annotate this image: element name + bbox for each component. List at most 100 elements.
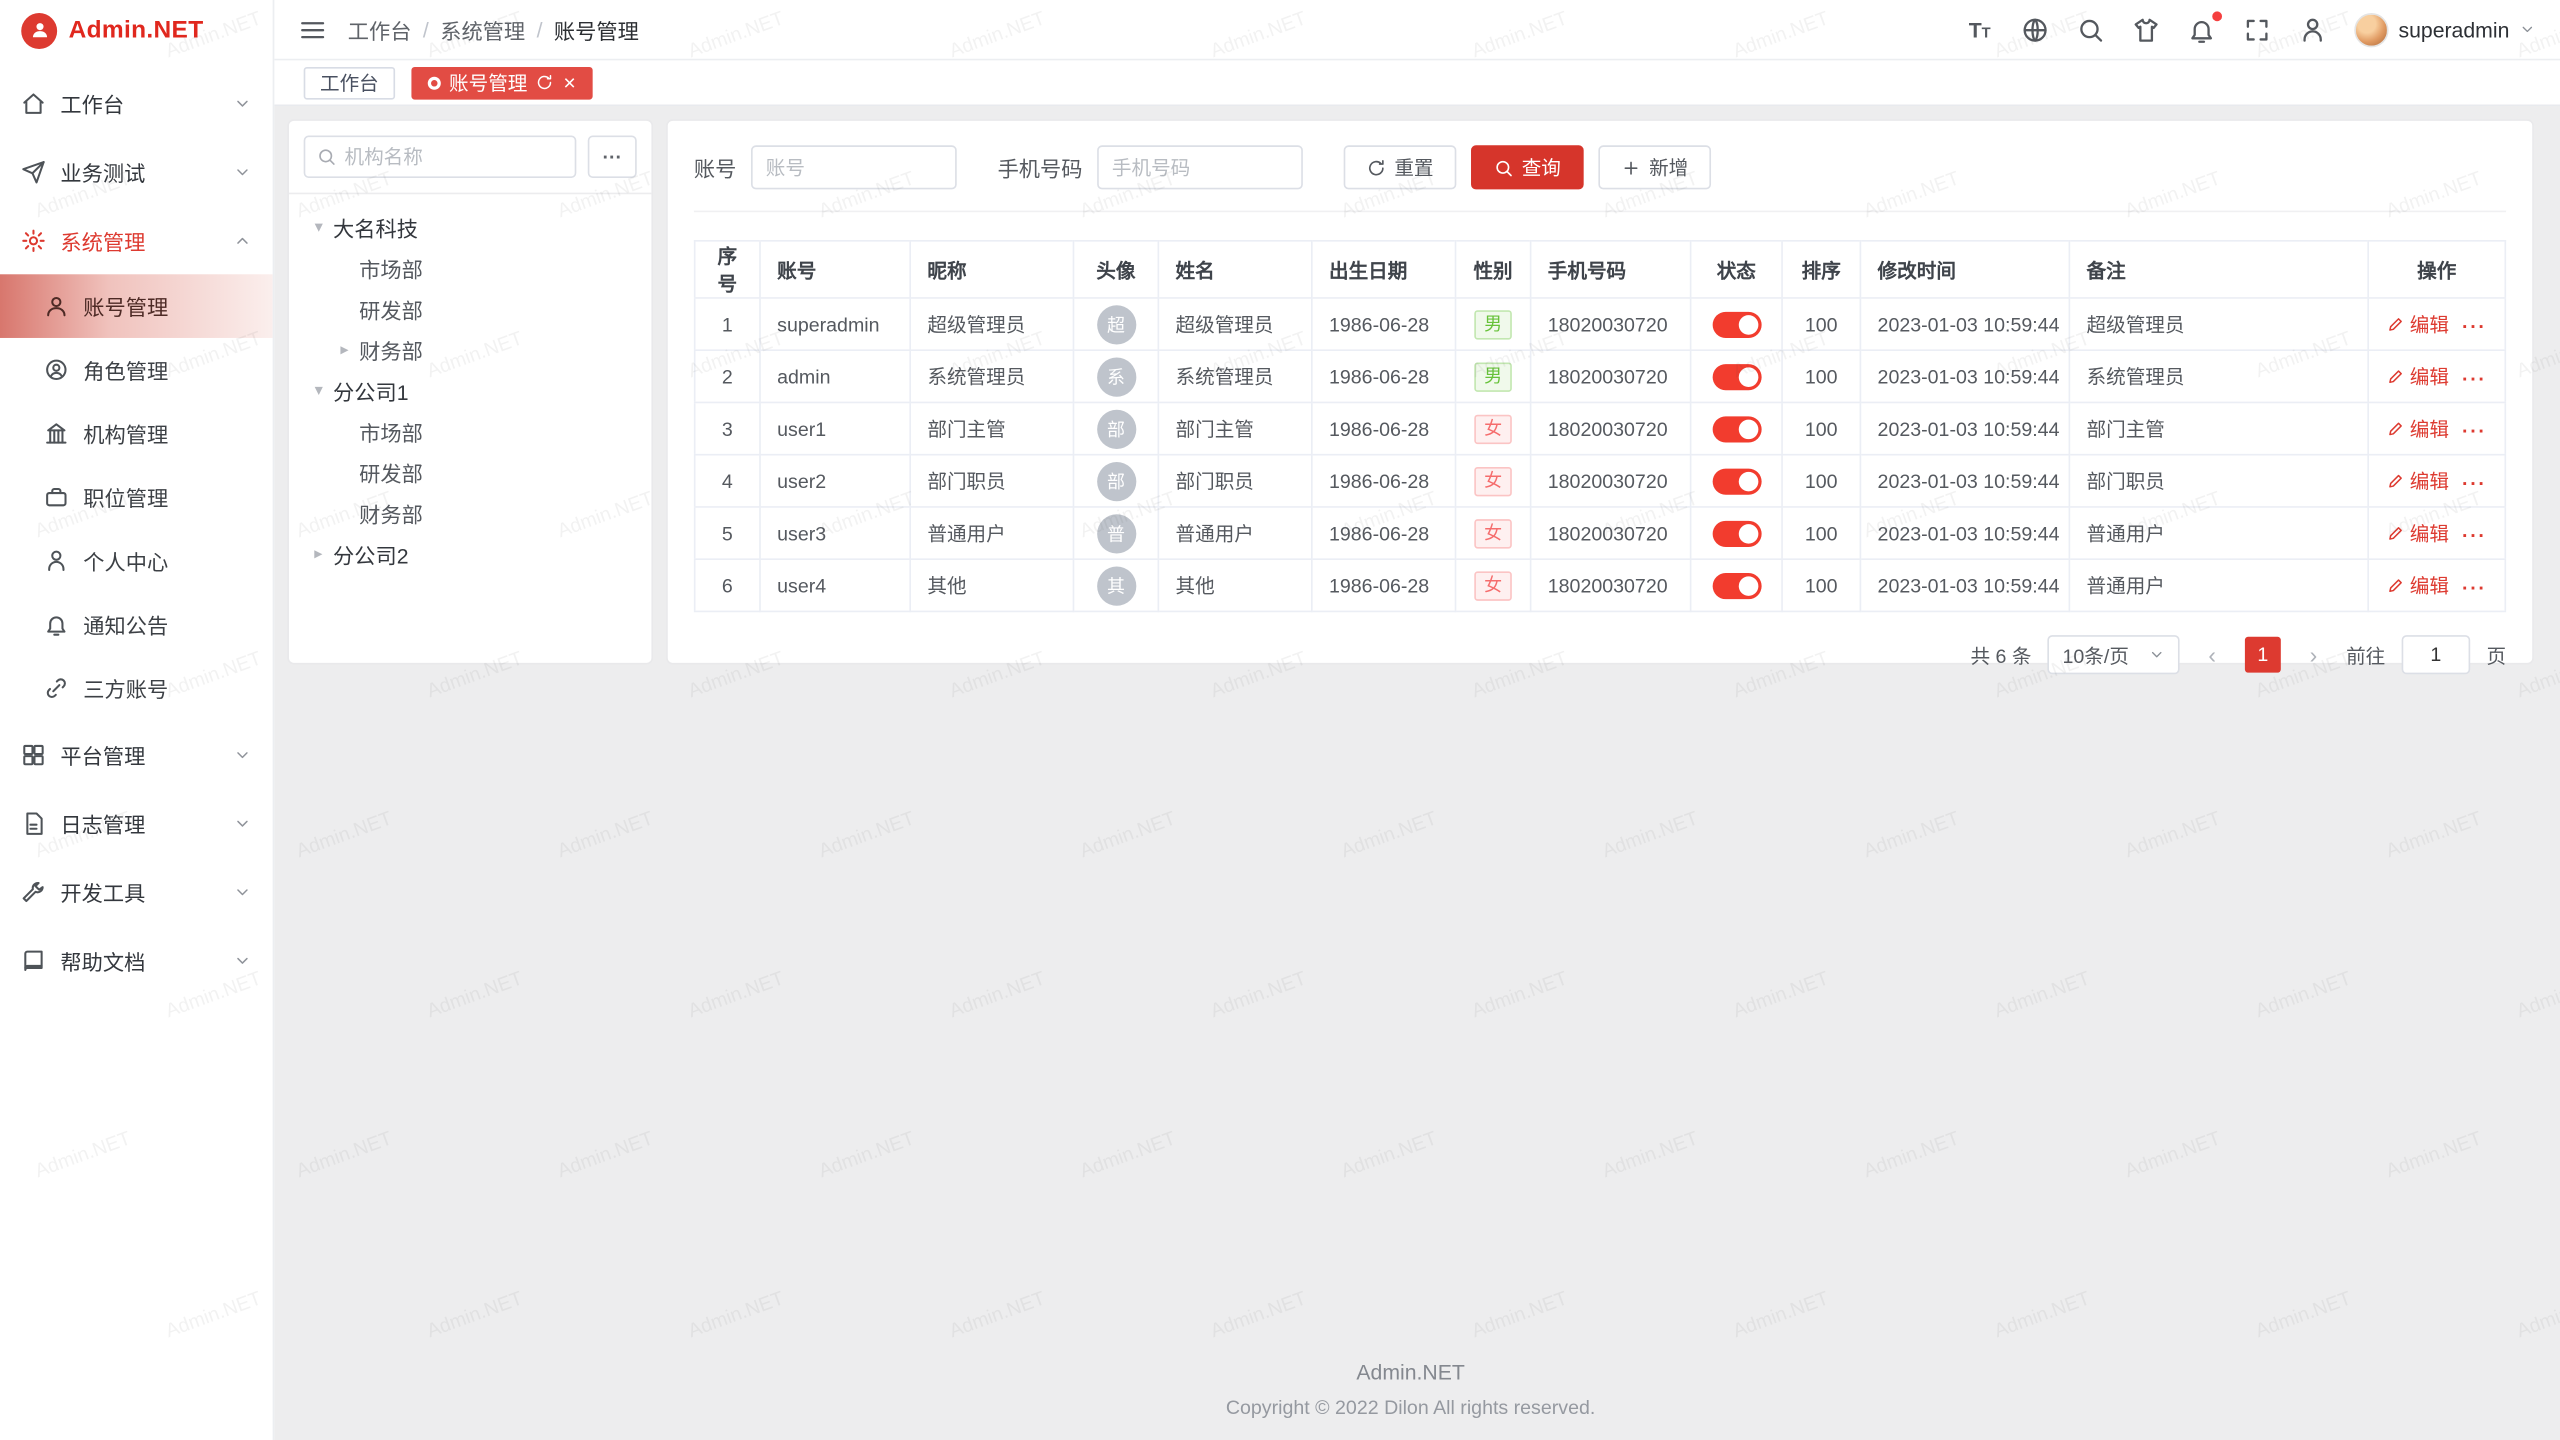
sidebar-item-third-party-account[interactable]: 三方账号 [0,656,273,720]
status-toggle[interactable] [1712,572,1761,598]
more-actions-button[interactable]: ··· [2462,472,2486,495]
status-toggle[interactable] [1712,520,1761,546]
phone-input[interactable] [1097,145,1303,189]
caret-right-icon[interactable]: ▸ [330,341,359,359]
sidebar-item-business-test[interactable]: 业务测试 [0,137,273,206]
gender-tag: 男 [1474,309,1512,338]
sidebar-item-log-manage[interactable]: 日志管理 [0,789,273,858]
submenu-system-manage: 账号管理角色管理机构管理职位管理个人中心通知公告三方账号 [0,274,273,720]
tree-node-market-dept-2[interactable]: 市场部 [304,411,637,452]
sidebar-item-platform-manage[interactable]: 平台管理 [0,720,273,789]
tab-account-manage[interactable]: 账号管理 × [411,66,592,99]
org-more-button[interactable]: ··· [588,136,637,178]
prev-page-button[interactable]: ‹ [2196,637,2229,673]
gear-icon [21,228,45,252]
breadcrumb-item-system-manage[interactable]: 系统管理 [440,14,525,45]
menu-label: 工作台 [60,87,218,118]
menu-label: 帮助文档 [60,944,218,975]
menu-label: 系统管理 [60,224,218,255]
edit-button[interactable]: 编辑 [2387,571,2449,599]
sidebar-item-workbench[interactable]: 工作台 [0,69,273,138]
refresh-tab-icon[interactable] [536,73,554,91]
tree-node-finance-dept-2[interactable]: 财务部 [304,493,637,534]
status-toggle[interactable] [1712,468,1761,494]
sidebar-item-help-docs[interactable]: 帮助文档 [0,926,273,995]
caret-down-icon[interactable]: ▸ [309,376,327,405]
more-actions-button[interactable]: ··· [2462,524,2486,547]
more-actions-button[interactable]: ··· [2462,367,2486,390]
notification-icon[interactable] [2188,16,2216,44]
user-menu[interactable]: superadmin [2354,12,2535,46]
chevron-down-icon [233,814,251,832]
gender-tag: 男 [1474,362,1512,391]
edit-button[interactable]: 编辑 [2387,519,2449,547]
tree-node-market-dept-1[interactable]: 市场部 [304,248,637,289]
page-1-button[interactable]: 1 [2245,637,2281,673]
cell-avatar: 普 [1073,507,1158,559]
phone-label: 手机号码 [998,152,1083,183]
next-page-button[interactable]: › [2297,637,2330,673]
tree-node-daming-tech[interactable]: ▸大名科技 [304,207,637,248]
sidebar-item-org-manage[interactable]: 机构管理 [0,402,273,466]
sidebar-item-dev-tools[interactable]: 开发工具 [0,857,273,926]
sidebar-item-role-manage[interactable]: 角色管理 [0,338,273,402]
cell-nickname: 系统管理员 [910,350,1073,402]
tree-node-rd-dept-1[interactable]: 研发部 [304,289,637,330]
cell-index: 5 [695,507,760,559]
cell-gender: 男 [1456,350,1531,402]
status-toggle[interactable] [1712,416,1761,442]
sidebar: Admin.NET 工作台业务测试系统管理账号管理角色管理机构管理职位管理个人中… [0,0,274,1440]
search-button[interactable]: 查询 [1471,145,1584,189]
sidebar-item-personal-center[interactable]: 个人中心 [0,529,273,593]
tree-node-rd-dept-2[interactable]: 研发部 [304,452,637,493]
cell-avatar: 系 [1073,350,1158,402]
more-actions-button[interactable]: ··· [2462,576,2486,599]
breadcrumb-item-workbench[interactable]: 工作台 [348,14,412,45]
cell-index: 6 [695,559,760,611]
app-logo[interactable]: Admin.NET [0,0,273,60]
reset-button[interactable]: 重置 [1344,145,1457,189]
cell-nickname: 其他 [910,559,1073,611]
status-toggle[interactable] [1712,363,1761,389]
close-tab-icon[interactable]: × [563,72,575,93]
username: superadmin [2398,17,2509,41]
caret-right-icon[interactable]: ▸ [304,545,333,563]
caret-down-icon[interactable]: ▸ [309,213,327,242]
profile-icon[interactable] [2299,16,2327,44]
edit-button[interactable]: 编辑 [2387,467,2449,495]
status-toggle[interactable] [1712,311,1761,337]
sidebar-item-notice[interactable]: 通知公告 [0,593,273,657]
column-header-index: 序号 [695,241,760,298]
user-icon [44,294,68,318]
sidebar-item-position-manage[interactable]: 职位管理 [0,465,273,529]
table-row-user4: 6user4其他其其他1986-06-28女180200307201002023… [695,559,2506,611]
sidebar-item-system-manage[interactable]: 系统管理 [0,206,273,275]
edit-button[interactable]: 编辑 [2387,362,2449,390]
org-search-input[interactable] [344,145,563,168]
footer-copyright: Copyright © 2022 Dilon All rights reserv… [287,1396,2534,1419]
tab-label: 账号管理 [449,69,527,97]
edit-icon [2387,472,2405,490]
add-button[interactable]: 新增 [1598,145,1711,189]
account-input[interactable] [751,145,957,189]
topbar-actions: TT superadmin [1966,12,2536,46]
page-size-select[interactable]: 10条/页 [2048,635,2180,674]
theme-icon[interactable] [2132,16,2160,44]
font-size-icon[interactable]: TT [1966,16,1994,44]
tree-node-finance-dept-1[interactable]: ▸财务部 [304,330,637,371]
more-actions-button[interactable]: ··· [2462,420,2486,443]
locale-icon[interactable] [2021,16,2049,44]
search-icon[interactable] [2077,16,2105,44]
fullscreen-icon[interactable] [2243,16,2271,44]
tree-node-branch-1[interactable]: ▸分公司1 [304,371,637,412]
edit-button[interactable]: 编辑 [2387,310,2449,338]
user-avatar [2354,12,2388,46]
menu-collapse-icon[interactable] [299,16,327,44]
goto-page-input[interactable] [2402,635,2471,674]
tree-node-branch-2[interactable]: ▸分公司2 [304,534,637,575]
edit-button[interactable]: 编辑 [2387,415,2449,443]
tab-workbench[interactable]: 工作台 [304,66,395,99]
sidebar-item-account-manage[interactable]: 账号管理 [0,274,273,338]
more-actions-button[interactable]: ··· [2462,315,2486,338]
cell-birth: 1986-06-28 [1312,350,1456,402]
